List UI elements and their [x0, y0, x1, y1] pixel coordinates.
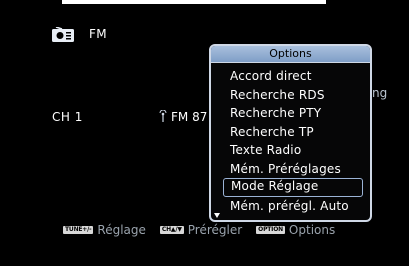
menu-item-texte-radio[interactable]: Texte Radio [223, 141, 363, 160]
top-edge-bar [62, 0, 326, 4]
tune-hint-text: Réglage [97, 223, 146, 237]
antenna-icon [159, 110, 167, 122]
key-hint-bar: TUNE+/- Réglage CH▲/▼ Prérégler OPTION O… [63, 222, 349, 238]
menu-item-recherche-rds[interactable]: Recherche RDS [223, 86, 363, 105]
channel-label: CH 1 [52, 110, 83, 124]
radio-tuner-icon [52, 27, 74, 42]
menu-item-recherche-tp[interactable]: Recherche TP [223, 123, 363, 142]
osd-screen: FM CH 1 FM 87 ng TUNE+/- Réglage CH▲/▼ P… [0, 0, 409, 266]
popup-title: Options [211, 46, 370, 63]
options-menu: Accord direct Recherche RDS Recherche PT… [223, 67, 363, 215]
menu-item-mem-auto[interactable]: Mém. prérégl. Auto [223, 197, 363, 216]
source-label: FM [89, 27, 107, 41]
menu-item-accord-direct[interactable]: Accord direct [223, 67, 363, 86]
ch-key-badge: CH▲/▼ [159, 226, 184, 234]
menu-item-recherche-pty[interactable]: Recherche PTY [223, 104, 363, 123]
frequency-label: FM 87 [171, 110, 208, 124]
options-hint-text: Options [288, 223, 336, 237]
preset-hint-text: Prérégler [187, 223, 243, 237]
option-key-badge: OPTION [256, 226, 285, 234]
options-popup: Options Accord direct Recherche RDS Rech… [209, 44, 372, 222]
menu-item-mode-reglage[interactable]: Mode Réglage [223, 178, 363, 197]
menu-item-mem-preglages[interactable]: Mém. Préréglages [223, 160, 363, 179]
background-text-fragment: ng [372, 86, 388, 100]
tune-key-badge: TUNE+/- [63, 226, 94, 234]
scroll-down-arrow-icon[interactable] [214, 213, 220, 218]
